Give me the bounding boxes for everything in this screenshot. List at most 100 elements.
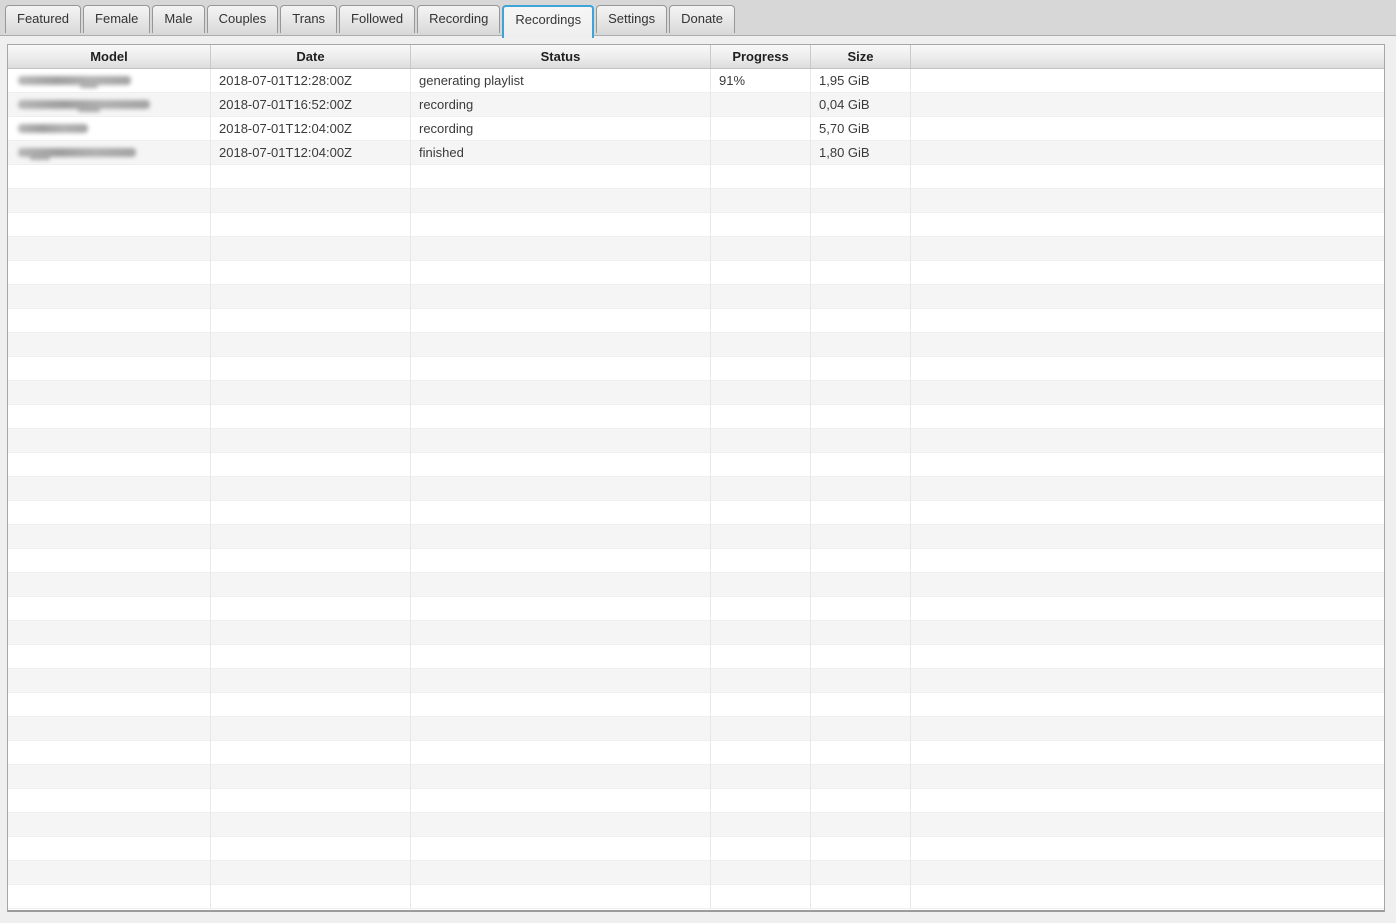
- cell-size: [811, 837, 911, 861]
- cell-size[interactable]: 5,70 GiB: [811, 117, 911, 141]
- cell-date: [211, 693, 411, 717]
- cell-progress[interactable]: 91%: [711, 69, 811, 93]
- cell-filler: [911, 357, 1384, 381]
- cell-progress: [711, 333, 811, 357]
- cell-filler: [911, 453, 1384, 477]
- cell-model: [8, 237, 211, 261]
- cell-progress: [711, 549, 811, 573]
- cell-size: [811, 285, 911, 309]
- cell-status: [411, 621, 711, 645]
- cell-progress: [711, 501, 811, 525]
- cell-progress[interactable]: [711, 93, 811, 117]
- cell-date[interactable]: 2018-07-01T16:52:00Z: [211, 93, 411, 117]
- cell-progress: [711, 597, 811, 621]
- cell-date[interactable]: 2018-07-01T12:28:00Z: [211, 69, 411, 93]
- cell-size[interactable]: 0,04 GiB: [811, 93, 911, 117]
- cell-filler: [911, 189, 1384, 213]
- cell-date[interactable]: 2018-07-01T12:04:00Z: [211, 117, 411, 141]
- tab-donate[interactable]: Donate: [669, 5, 736, 33]
- cell-status[interactable]: recording: [411, 93, 711, 117]
- table-row-empty: [8, 501, 1384, 525]
- cell-status: [411, 165, 711, 189]
- cell-model: [8, 573, 211, 597]
- cell-status: [411, 333, 711, 357]
- table-row[interactable]: 2018-07-01T16:52:00Z recording 0,04 GiB: [8, 93, 1384, 117]
- cell-status: [411, 717, 711, 741]
- cell-status[interactable]: finished: [411, 141, 711, 165]
- cell-date: [211, 477, 411, 501]
- column-header-size[interactable]: Size: [811, 45, 911, 68]
- cell-status[interactable]: recording: [411, 117, 711, 141]
- cell-progress[interactable]: [711, 141, 811, 165]
- cell-size[interactable]: 1,80 GiB: [811, 141, 911, 165]
- column-header-status[interactable]: Status: [411, 45, 711, 68]
- tab-female[interactable]: Female: [83, 5, 151, 33]
- redacted-model-name: [12, 141, 210, 164]
- cell-filler: [911, 813, 1384, 837]
- cell-filler: [911, 285, 1384, 309]
- tab-couples[interactable]: Couples: [206, 5, 279, 33]
- cell-model: [8, 429, 211, 453]
- column-header-date[interactable]: Date: [211, 45, 411, 68]
- table-row[interactable]: 2018-07-01T12:28:00Z generating playlist…: [8, 69, 1384, 93]
- table-row-empty: [8, 429, 1384, 453]
- cell-model: [8, 477, 211, 501]
- cell-model: [8, 309, 211, 333]
- cell-model[interactable]: [8, 69, 211, 93]
- cell-date: [211, 525, 411, 549]
- tab-followed[interactable]: Followed: [339, 5, 416, 33]
- cell-date[interactable]: 2018-07-01T12:04:00Z: [211, 141, 411, 165]
- cell-size: [811, 309, 911, 333]
- cell-model: [8, 525, 211, 549]
- tab-male[interactable]: Male: [152, 5, 205, 33]
- cell-progress: [711, 405, 811, 429]
- cell-filler: [911, 693, 1384, 717]
- cell-status: [411, 789, 711, 813]
- cell-progress: [711, 189, 811, 213]
- cell-date: [211, 573, 411, 597]
- table-row[interactable]: 2018-07-01T12:04:00Z finished 1,80 GiB: [8, 141, 1384, 165]
- cell-progress: [711, 165, 811, 189]
- table-row-empty: [8, 261, 1384, 285]
- table-row-empty: [8, 525, 1384, 549]
- tab-recording[interactable]: Recording: [417, 5, 501, 33]
- cell-date: [211, 333, 411, 357]
- cell-model[interactable]: [8, 93, 211, 117]
- cell-date: [211, 237, 411, 261]
- column-header-model[interactable]: Model: [8, 45, 211, 68]
- tab-recordings[interactable]: Recordings: [502, 5, 595, 38]
- cell-status: [411, 189, 711, 213]
- cell-model: [8, 789, 211, 813]
- column-header-progress[interactable]: Progress: [711, 45, 811, 68]
- table-row[interactable]: 2018-07-01T12:04:00Z recording 5,70 GiB: [8, 117, 1384, 141]
- cell-status[interactable]: generating playlist: [411, 69, 711, 93]
- column-header-filler: [911, 45, 1384, 68]
- cell-size: [811, 597, 911, 621]
- cell-filler: [911, 645, 1384, 669]
- cell-model[interactable]: [8, 117, 211, 141]
- cell-size: [811, 741, 911, 765]
- tab-featured[interactable]: Featured: [5, 5, 82, 33]
- cell-progress: [711, 573, 811, 597]
- cell-progress: [711, 645, 811, 669]
- cell-model: [8, 621, 211, 645]
- cell-size[interactable]: 1,95 GiB: [811, 69, 911, 93]
- cell-filler: [911, 261, 1384, 285]
- cell-model: [8, 813, 211, 837]
- cell-progress: [711, 477, 811, 501]
- tab-settings[interactable]: Settings: [596, 5, 668, 33]
- cell-filler: [911, 573, 1384, 597]
- cell-size: [811, 861, 911, 885]
- cell-status: [411, 453, 711, 477]
- cell-progress[interactable]: [711, 117, 811, 141]
- tab-trans[interactable]: Trans: [280, 5, 338, 33]
- cell-model: [8, 381, 211, 405]
- cell-progress: [711, 309, 811, 333]
- cell-status: [411, 213, 711, 237]
- cell-model: [8, 645, 211, 669]
- cell-status: [411, 261, 711, 285]
- cell-model: [8, 213, 211, 237]
- cell-filler: [911, 309, 1384, 333]
- cell-filler: [911, 501, 1384, 525]
- cell-model[interactable]: [8, 141, 211, 165]
